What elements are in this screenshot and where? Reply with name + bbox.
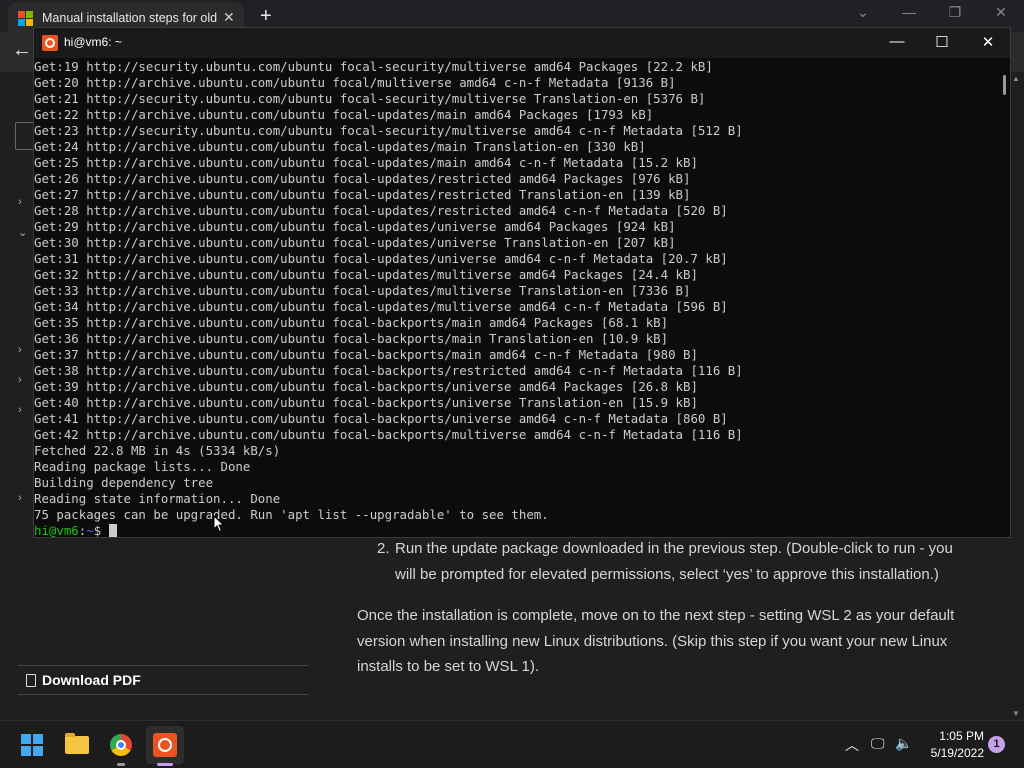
terminal-line: Get:39 http://archive.ubuntu.com/ubuntu …	[34, 379, 698, 394]
terminal-line: Get:37 http://archive.ubuntu.com/ubuntu …	[34, 347, 698, 362]
terminal-line: Get:22 http://archive.ubuntu.com/ubuntu …	[34, 107, 654, 122]
volume-icon[interactable]: 🔈	[895, 735, 912, 752]
back-arrow-icon[interactable]: ←	[12, 39, 32, 62]
chevron-up-icon[interactable]: ︿	[845, 735, 859, 755]
terminal-line: Building dependency tree	[34, 475, 214, 490]
maximize-icon[interactable]: ❐	[932, 4, 978, 21]
terminal-line: Get:26 http://archive.ubuntu.com/ubuntu …	[34, 171, 691, 186]
download-pdf-label: Download PDF	[42, 672, 141, 688]
terminal-title-bar[interactable]: hi@vm6: ~ — ☐ ✕	[34, 28, 1010, 58]
terminal-title: hi@vm6: ~	[64, 35, 122, 49]
chevron-down-icon[interactable]: ⌄	[840, 4, 886, 21]
maximize-icon[interactable]: ☐	[922, 33, 962, 51]
ubuntu-icon	[42, 35, 58, 51]
clock-date[interactable]: 5/19/2022	[920, 746, 984, 760]
file-explorer-icon[interactable]	[58, 726, 96, 764]
chevron-right-icon[interactable]: ›	[18, 404, 22, 416]
terminal-line: Get:36 http://archive.ubuntu.com/ubuntu …	[34, 331, 669, 346]
terminal-line: 75 packages can be upgraded. Run 'apt li…	[34, 507, 549, 522]
browser-tab-title: Manual installation steps for older vers…	[42, 10, 217, 25]
chevron-right-icon[interactable]: ›	[18, 492, 22, 504]
active-indicator	[157, 763, 173, 766]
close-icon[interactable]: ✕	[223, 9, 235, 26]
close-icon[interactable]: ✕	[978, 4, 1024, 21]
terminal-line: Reading state information... Done	[34, 491, 281, 506]
chevron-right-icon[interactable]: ›	[18, 196, 22, 208]
chevron-down-icon[interactable]: ⌄	[18, 226, 27, 239]
terminal-line: Get:40 http://archive.ubuntu.com/ubuntu …	[34, 395, 698, 410]
terminal-line: Get:33 http://archive.ubuntu.com/ubuntu …	[34, 283, 691, 298]
article-content: 2. Run the update package downloaded in …	[357, 536, 977, 680]
terminal-line: Get:31 http://archive.ubuntu.com/ubuntu …	[34, 251, 728, 266]
step-number: 2.	[377, 540, 390, 557]
terminal-line: Get:38 http://archive.ubuntu.com/ubuntu …	[34, 363, 743, 378]
terminal-line: Get:24 http://archive.ubuntu.com/ubuntu …	[34, 139, 646, 154]
chrome-icon[interactable]	[102, 726, 140, 764]
divider	[18, 694, 308, 695]
terminal-line: Get:19 http://security.ubuntu.com/ubuntu…	[34, 59, 713, 74]
terminal-window[interactable]: hi@vm6: ~ — ☐ ✕ Get:19 http://security.u…	[33, 27, 1011, 538]
download-pdf-link[interactable]: Download PDF	[26, 672, 141, 688]
terminal-line: Get:28 http://archive.ubuntu.com/ubuntu …	[34, 203, 728, 218]
terminal-scrollbar[interactable]	[1000, 59, 1010, 537]
taskbar: ︿ 🖵 🔈 1:05 PM 5/19/2022 1	[0, 720, 1024, 768]
article-paragraph: Once the installation is complete, move …	[357, 607, 955, 675]
list-item: 2. Run the update package downloaded in …	[357, 536, 977, 587]
clock-time[interactable]: 1:05 PM	[936, 729, 984, 743]
document-icon	[26, 673, 36, 687]
terminal-line: Get:34 http://archive.ubuntu.com/ubuntu …	[34, 299, 728, 314]
terminal-line: Get:35 http://archive.ubuntu.com/ubuntu …	[34, 315, 669, 330]
terminal-line: Get:41 http://archive.ubuntu.com/ubuntu …	[34, 411, 728, 426]
terminal-line: Get:32 http://archive.ubuntu.com/ubuntu …	[34, 267, 698, 282]
minimize-icon[interactable]: —	[877, 33, 917, 50]
start-icon[interactable]	[13, 726, 51, 764]
divider	[18, 665, 308, 666]
terminal-line: Get:42 http://archive.ubuntu.com/ubuntu …	[34, 427, 743, 442]
terminal-line: Fetched 22.8 MB in 4s (5334 kB/s)	[34, 443, 281, 458]
terminal-line: Reading package lists... Done	[34, 459, 251, 474]
chevron-right-icon[interactable]: ›	[18, 374, 22, 386]
terminal-prompt[interactable]: hi@vm6:~$	[34, 523, 994, 537]
text-cursor	[108, 524, 117, 537]
terminal-line: Get:25 http://archive.ubuntu.com/ubuntu …	[34, 155, 698, 170]
chevron-down-icon[interactable]: ▼	[1012, 709, 1020, 718]
prompt-path: ~	[86, 523, 94, 537]
terminal-line: Get:20 http://archive.ubuntu.com/ubuntu …	[34, 75, 676, 90]
filter-box[interactable]	[15, 122, 35, 150]
plus-icon[interactable]: +	[260, 5, 272, 27]
terminal-line: Get:21 http://security.ubuntu.com/ubuntu…	[34, 91, 706, 106]
terminal-line: Get:27 http://archive.ubuntu.com/ubuntu …	[34, 187, 691, 202]
network-icon[interactable]: 🖵	[871, 735, 885, 752]
prompt-user: hi@vm6	[34, 523, 79, 537]
terminal-line: Get:29 http://archive.ubuntu.com/ubuntu …	[34, 219, 676, 234]
close-icon[interactable]: ✕	[968, 33, 1008, 51]
notification-badge[interactable]: 1	[988, 736, 1005, 753]
scrollbar-thumb[interactable]	[1003, 75, 1006, 95]
terminal-line: Get:30 http://archive.ubuntu.com/ubuntu …	[34, 235, 676, 250]
windows-logo-icon	[18, 10, 33, 26]
ubuntu-icon[interactable]	[146, 726, 184, 764]
step-text: Run the update package downloaded in the…	[395, 540, 953, 583]
prompt-symbol: $	[93, 523, 109, 537]
terminal-line: Get:23 http://security.ubuntu.com/ubuntu…	[34, 123, 743, 138]
chevron-right-icon[interactable]: ›	[18, 344, 22, 356]
chevron-up-icon[interactable]: ▲	[1012, 74, 1020, 83]
terminal-output[interactable]: Get:19 http://security.ubuntu.com/ubuntu…	[34, 59, 994, 537]
minimize-icon[interactable]: —	[886, 4, 932, 20]
running-indicator	[117, 763, 125, 766]
